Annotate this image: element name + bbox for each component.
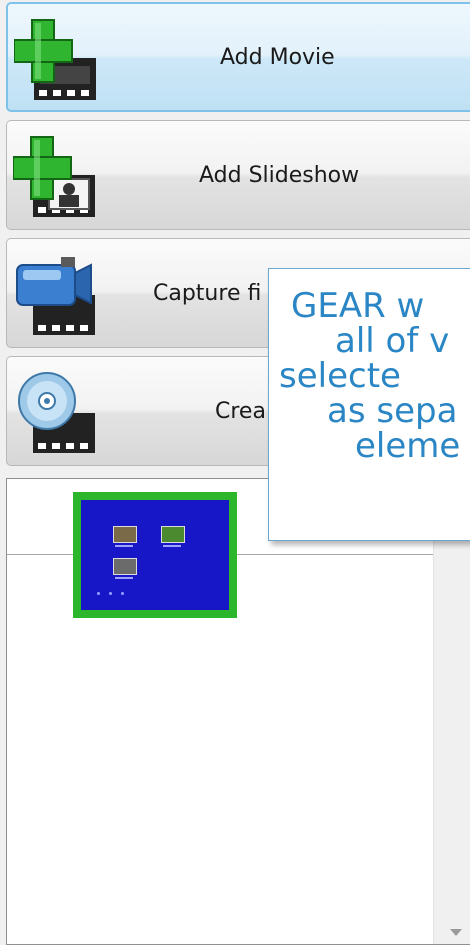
capture-label: Capture fi	[153, 280, 262, 306]
plus-film-icon	[14, 19, 96, 100]
tooltip-line-5: eleme	[355, 426, 461, 466]
tooltip-line-1: GEAR w	[291, 286, 425, 326]
add-movie-button[interactable]: Add Movie	[6, 2, 470, 112]
vertical-scrollbar[interactable]	[433, 479, 470, 944]
menu-preview	[81, 500, 229, 610]
add-slideshow-button[interactable]: Add Slideshow	[6, 120, 470, 230]
tooltip-line-3: selecte	[279, 356, 401, 396]
preview-clip-3	[113, 558, 137, 575]
help-tooltip: GEAR w all of v selecte as sepa eleme	[268, 268, 470, 541]
scroll-down-arrow-icon[interactable]	[450, 929, 462, 936]
tooltip-line-4: as sepa	[327, 391, 458, 431]
add-slideshow-label: Add Slideshow	[199, 162, 360, 188]
preview-clip-2	[161, 526, 185, 543]
menu-thumbnail[interactable]	[73, 492, 237, 618]
menu-thumbnail-list[interactable]	[6, 478, 470, 945]
create-label: Crea	[215, 398, 266, 424]
add-movie-label: Add Movie	[220, 44, 335, 70]
disc-film-icon	[18, 372, 95, 453]
camera-film-icon	[16, 257, 95, 335]
preview-clip-1	[113, 526, 137, 543]
tooltip-line-2: all of v	[335, 321, 450, 361]
plus-photo-film-icon	[13, 136, 95, 217]
